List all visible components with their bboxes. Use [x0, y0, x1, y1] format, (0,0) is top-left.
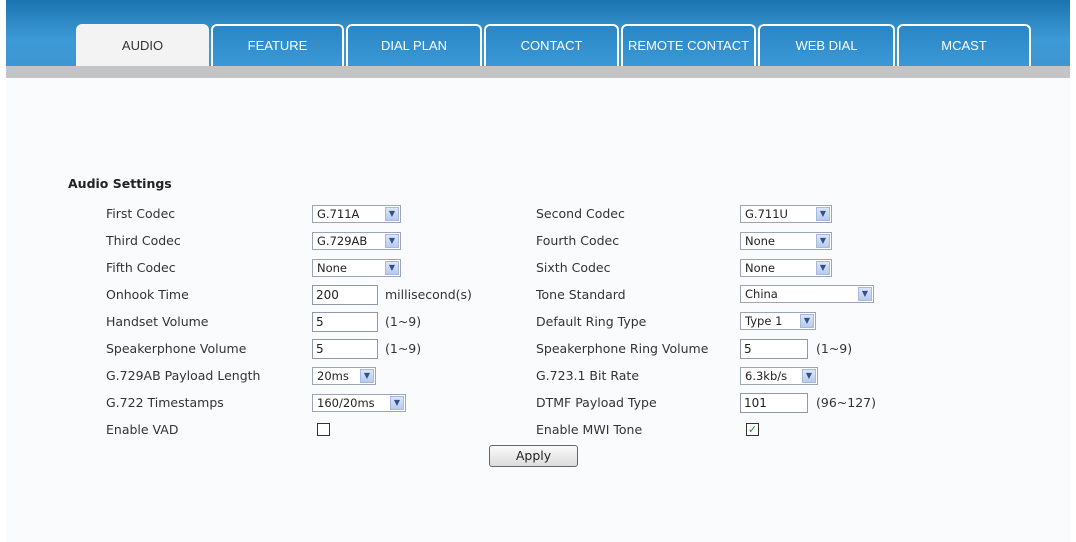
- g7231-bit-rate-value: 6.3kb/s: [745, 369, 788, 383]
- g729ab-payload-value: 20ms: [317, 369, 349, 383]
- chevron-down-icon: ▼: [802, 369, 816, 383]
- dtmf-payload-type-label: DTMF Payload Type: [536, 395, 657, 410]
- tab-audio[interactable]: AUDIO: [76, 24, 209, 66]
- default-ring-type-label: Default Ring Type: [536, 314, 647, 329]
- handset-volume-input[interactable]: 5: [312, 312, 378, 332]
- tab-mcast[interactable]: MCAST: [897, 24, 1031, 66]
- first-codec-label: First Codec: [106, 206, 176, 221]
- third-codec-select[interactable]: G.729AB ▼: [312, 232, 401, 250]
- chevron-down-icon: ▼: [385, 234, 399, 248]
- onhook-time-unit: millisecond(s): [385, 287, 472, 302]
- tab-feature[interactable]: FEATURE: [211, 24, 344, 66]
- g729ab-payload-select[interactable]: 20ms ▼: [312, 367, 376, 385]
- fifth-codec-value: None: [317, 261, 348, 275]
- second-codec-select[interactable]: G.711U ▼: [740, 205, 832, 223]
- chevron-down-icon: ▼: [816, 207, 830, 221]
- g7231-bit-rate-select[interactable]: 6.3kb/s ▼: [740, 367, 818, 385]
- tab-web-dial[interactable]: WEB DIAL: [758, 24, 895, 66]
- third-codec-value: G.729AB: [317, 234, 368, 248]
- apply-button[interactable]: Apply: [489, 445, 578, 467]
- enable-mwi-tone-checkbox[interactable]: ✓: [746, 423, 759, 436]
- g722-timestamps-select[interactable]: 160/20ms ▼: [312, 394, 406, 412]
- speakerphone-ring-volume-range: (1~9): [816, 341, 853, 356]
- enable-mwi-tone-label: Enable MWI Tone: [536, 422, 643, 437]
- g722-timestamps-value: 160/20ms: [317, 396, 375, 410]
- section-title: Audio Settings: [68, 176, 172, 191]
- fifth-codec-select[interactable]: None ▼: [312, 259, 401, 277]
- speakerphone-volume-range: (1~9): [385, 341, 422, 356]
- second-codec-value: G.711U: [745, 207, 788, 221]
- tab-remote-contact[interactable]: REMOTE CONTACT: [621, 24, 756, 66]
- g722-timestamps-label: G.722 Timestamps: [106, 395, 224, 410]
- speakerphone-ring-volume-label: Speakerphone Ring Volume: [536, 341, 709, 356]
- speakerphone-ring-volume-input[interactable]: 5: [740, 339, 808, 359]
- dtmf-payload-type-range: (96~127): [816, 395, 876, 410]
- default-ring-type-value: Type 1: [745, 314, 783, 328]
- third-codec-label: Third Codec: [106, 233, 181, 248]
- first-codec-select[interactable]: G.711A ▼: [312, 205, 401, 223]
- chevron-down-icon: ▼: [816, 234, 830, 248]
- enable-vad-label: Enable VAD: [106, 422, 179, 437]
- second-codec-label: Second Codec: [536, 206, 625, 221]
- dtmf-payload-type-input[interactable]: 101: [740, 393, 808, 413]
- enable-vad-checkbox[interactable]: [317, 423, 330, 436]
- chevron-down-icon: ▼: [385, 261, 399, 275]
- tab-contact[interactable]: CONTACT: [484, 24, 619, 66]
- fifth-codec-label: Fifth Codec: [106, 260, 176, 275]
- tone-standard-select[interactable]: China ▼: [740, 285, 874, 303]
- onhook-time-label: Onhook Time: [106, 287, 189, 302]
- fourth-codec-label: Fourth Codec: [536, 233, 620, 248]
- tone-standard-value: China: [745, 287, 778, 301]
- chevron-down-icon: ▼: [816, 261, 830, 275]
- default-ring-type-select[interactable]: Type 1 ▼: [740, 312, 816, 330]
- chevron-down-icon: ▼: [800, 314, 814, 328]
- first-codec-value: G.711A: [317, 207, 360, 221]
- tab-bar-underline: [6, 66, 1070, 78]
- handset-volume-label: Handset Volume: [106, 314, 209, 329]
- tone-standard-label: Tone Standard: [536, 287, 626, 302]
- fourth-codec-select[interactable]: None ▼: [740, 232, 832, 250]
- chevron-down-icon: ▼: [385, 207, 399, 221]
- sixth-codec-select[interactable]: None ▼: [740, 259, 832, 277]
- chevron-down-icon: ▼: [858, 287, 872, 301]
- speakerphone-volume-input[interactable]: 5: [312, 339, 378, 359]
- tab-dial-plan[interactable]: DIAL PLAN: [346, 24, 482, 66]
- g729ab-payload-label: G.729AB Payload Length: [106, 368, 261, 383]
- g7231-bit-rate-label: G.723.1 Bit Rate: [536, 368, 640, 383]
- handset-volume-range: (1~9): [385, 314, 422, 329]
- chevron-down-icon: ▼: [390, 396, 404, 410]
- onhook-time-input[interactable]: 200: [312, 285, 378, 305]
- chevron-down-icon: ▼: [360, 369, 374, 383]
- sixth-codec-value: None: [745, 261, 776, 275]
- checkmark-icon: ✓: [747, 423, 758, 436]
- fourth-codec-value: None: [745, 234, 776, 248]
- sixth-codec-label: Sixth Codec: [536, 260, 611, 275]
- speakerphone-volume-label: Speakerphone Volume: [106, 341, 247, 356]
